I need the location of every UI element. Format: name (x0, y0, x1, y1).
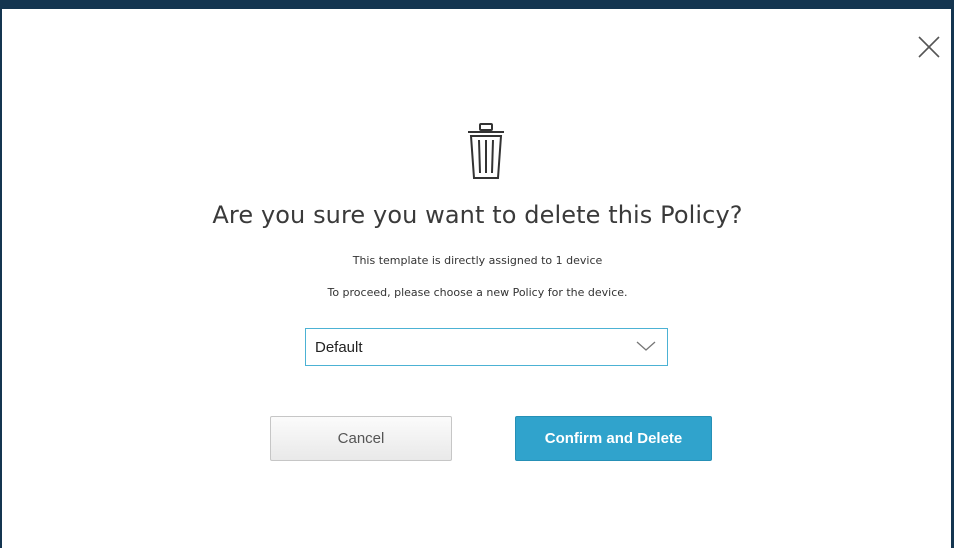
chevron-down-icon (636, 341, 656, 351)
confirm-delete-button[interactable]: Confirm and Delete (515, 416, 712, 461)
instruction-message: To proceed, please choose a new Policy f… (327, 286, 628, 299)
trash-icon (468, 123, 504, 179)
close-icon (918, 36, 940, 58)
policy-select[interactable]: Default (305, 328, 668, 366)
policy-select-value: Default (315, 339, 363, 356)
close-button[interactable] (917, 35, 941, 59)
delete-policy-dialog: Are you sure you want to delete this Pol… (0, 9, 951, 548)
dialog-title: Are you sure you want to delete this Pol… (212, 201, 743, 229)
cancel-button[interactable]: Cancel (270, 416, 452, 461)
assignment-message: This template is directly assigned to 1 … (352, 254, 603, 267)
